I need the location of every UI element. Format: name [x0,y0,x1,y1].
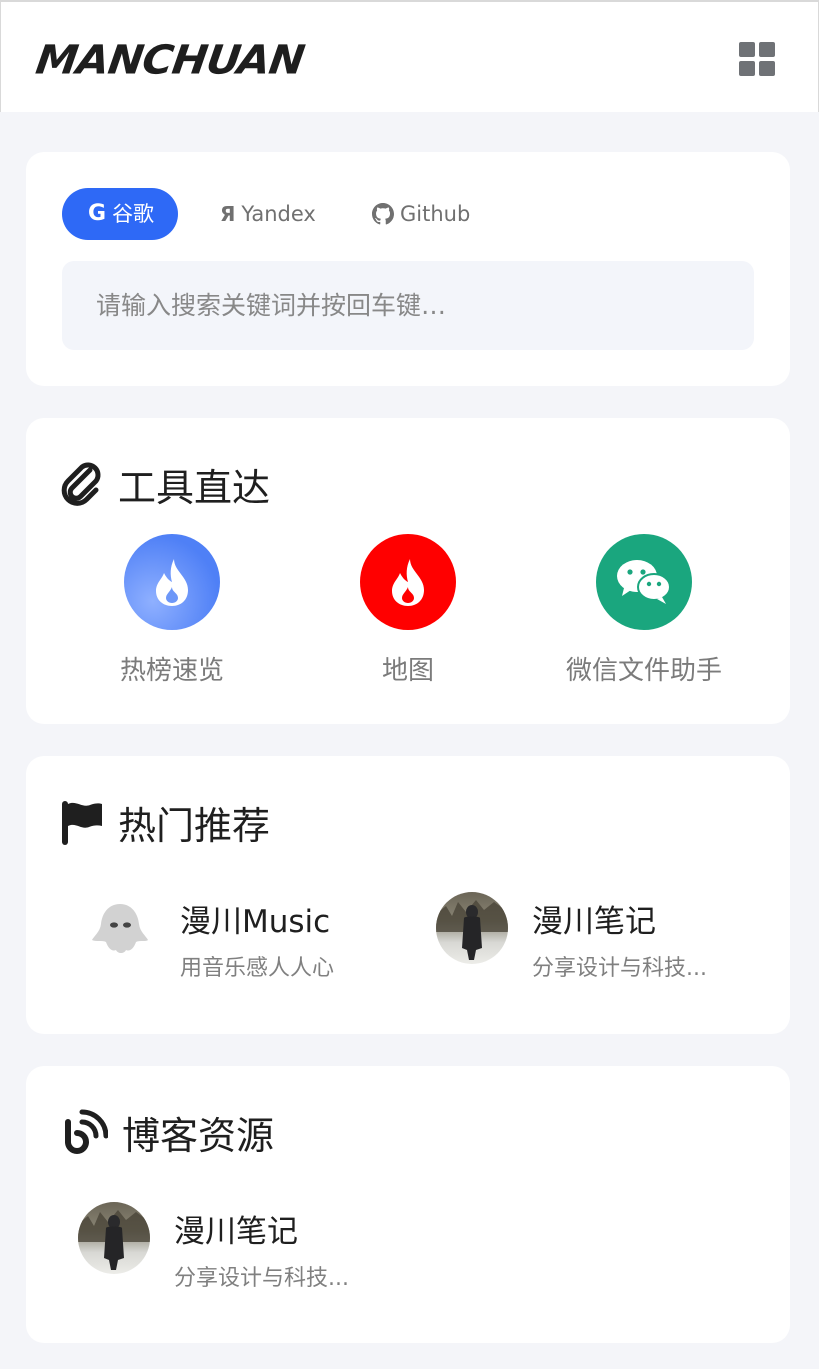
ghost-icon [84,892,156,964]
tool-wechat-file-label: 微信文件助手 [565,656,722,686]
tool-wechat-file[interactable]: 微信文件助手 [534,534,754,694]
tool-hot-list-label: 热榜速览 [119,656,224,686]
avatar [436,892,508,964]
paperclip-icon [61,462,101,506]
wechat-icon [596,534,692,630]
hot-item-music-title: 漫川Music [180,904,331,940]
github-icon [372,203,394,225]
tools-title-text: 工具直达 [118,465,271,510]
blog-item-notes-desc: 分享设计与科技... [174,1266,349,1291]
header: MANCHUAN [0,0,819,112]
search-card: G 谷歌 Я Yandex Github [26,152,790,386]
site-logo[interactable]: MANCHUAN [33,36,307,83]
tool-map[interactable]: 地图 [298,534,518,694]
blog-title: 博客资源 [60,1109,274,1158]
tab-github[interactable]: Github [372,188,470,240]
tools-title: 工具直达 [60,462,270,510]
grid-icon[interactable] [739,42,775,76]
flag-icon [62,801,102,845]
blog-card: 博客资源 漫川笔记 分享设计与科技... [26,1066,790,1343]
google-icon: G [88,201,107,226]
hot-item-notes-title: 漫川笔记 [532,904,656,940]
avatar [78,1202,150,1274]
tool-hot-list[interactable]: 热榜速览 [62,534,282,694]
blog-item-notes[interactable]: 漫川笔记 分享设计与科技... [26,1174,366,1314]
tool-map-label: 地图 [381,656,434,686]
blog-item-notes-title: 漫川笔记 [174,1214,298,1250]
search-input[interactable] [62,261,754,350]
tab-github-label: Github [400,202,471,226]
rss-icon [65,1109,108,1154]
tools-card: 工具直达 热榜速览 地图 微信文件助手 [26,418,790,724]
tab-google-label: 谷歌 [112,202,155,226]
yandex-icon: Я [220,202,236,226]
flame-icon [124,534,220,630]
tab-yandex-label: Yandex [241,202,316,226]
tab-yandex[interactable]: Я Yandex [220,188,316,240]
hot-item-music[interactable]: 漫川Music 用音乐感人人心 [32,864,372,1004]
hot-item-notes-desc: 分享设计与科技... [532,956,707,981]
hot-card: 热门推荐 漫川Music 用音乐感人人心 漫川笔记 分享设计与科技... [26,756,790,1034]
flame-icon [360,534,456,630]
hot-title-text: 热门推荐 [118,803,271,848]
tab-google[interactable]: G 谷歌 [62,188,179,240]
blog-title-text: 博客资源 [122,1113,275,1158]
hot-title: 热门推荐 [60,800,270,848]
hot-item-notes[interactable]: 漫川笔记 分享设计与科技... [384,864,724,1004]
hot-item-music-desc: 用音乐感人人心 [180,956,335,981]
